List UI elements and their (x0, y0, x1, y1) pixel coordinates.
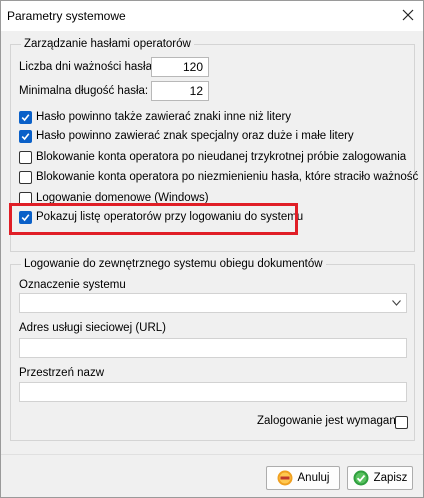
cancel-button[interactable]: Anuluj (266, 466, 340, 490)
cancel-icon (277, 470, 293, 486)
login-required-label: Zalogowanie jest wymagane (257, 415, 403, 427)
option-label-3: Blokowanie konta operatora po nieudanej … (36, 151, 407, 163)
cancel-label: Anuluj (297, 472, 330, 484)
system-label: Oznaczenie systemu (19, 279, 126, 291)
namespace-input[interactable] (19, 382, 407, 402)
close-icon (402, 9, 414, 21)
login-required-checkbox[interactable] (395, 416, 408, 429)
save-icon (353, 470, 369, 486)
option-row-3[interactable]: Blokowanie konta operatora po nieudanej … (19, 149, 406, 165)
system-select[interactable] (19, 293, 407, 313)
option-checkbox-3[interactable] (19, 150, 32, 164)
option-checkbox-2[interactable] (19, 129, 32, 143)
save-label: Zapisz (373, 472, 408, 484)
option-label-2: Hasło powinno zawierać znak specjalny or… (36, 130, 354, 142)
validity-days-input[interactable]: 120 (151, 57, 209, 77)
chevron-down-icon (392, 300, 401, 306)
highlight-box (9, 203, 298, 235)
min-length-input[interactable]: 12 (151, 81, 209, 101)
validity-days-label: Liczba dni ważności hasła: (19, 61, 156, 73)
option-checkbox-4[interactable] (19, 170, 32, 184)
window-title: Parametry systemowe (7, 9, 126, 23)
option-row-2[interactable]: Hasło powinno zawierać znak specjalny or… (19, 128, 354, 144)
option-checkbox-1[interactable] (19, 110, 32, 124)
save-button[interactable]: Zapisz (347, 466, 413, 490)
min-length-label: Minimalna długość hasła: (19, 85, 149, 97)
title-bar: Parametry systemowe (1, 1, 423, 31)
option-row-1[interactable]: Hasło powinno także zawierać znaki inne … (19, 109, 291, 125)
option-label-1: Hasło powinno także zawierać znaki inne … (36, 111, 292, 123)
dialog-window: Parametry systemowe Zarządzanie hasłami … (0, 0, 424, 498)
password-group-legend: Zarządzanie hasłami operatorów (21, 37, 194, 51)
option-label-4: Blokowanie konta operatora po niezmienie… (36, 171, 419, 183)
namespace-label: Przestrzeń nazw (19, 367, 105, 379)
footer-separator (1, 454, 423, 455)
option-row-4[interactable]: Blokowanie konta operatora po niezmienie… (19, 169, 418, 185)
url-input[interactable] (19, 338, 407, 358)
url-label: Adres usługi sieciowej (URL) (19, 322, 166, 334)
external-group-legend: Logowanie do zewnętrznego systemu obiegu… (21, 257, 326, 271)
close-button[interactable] (397, 4, 419, 26)
